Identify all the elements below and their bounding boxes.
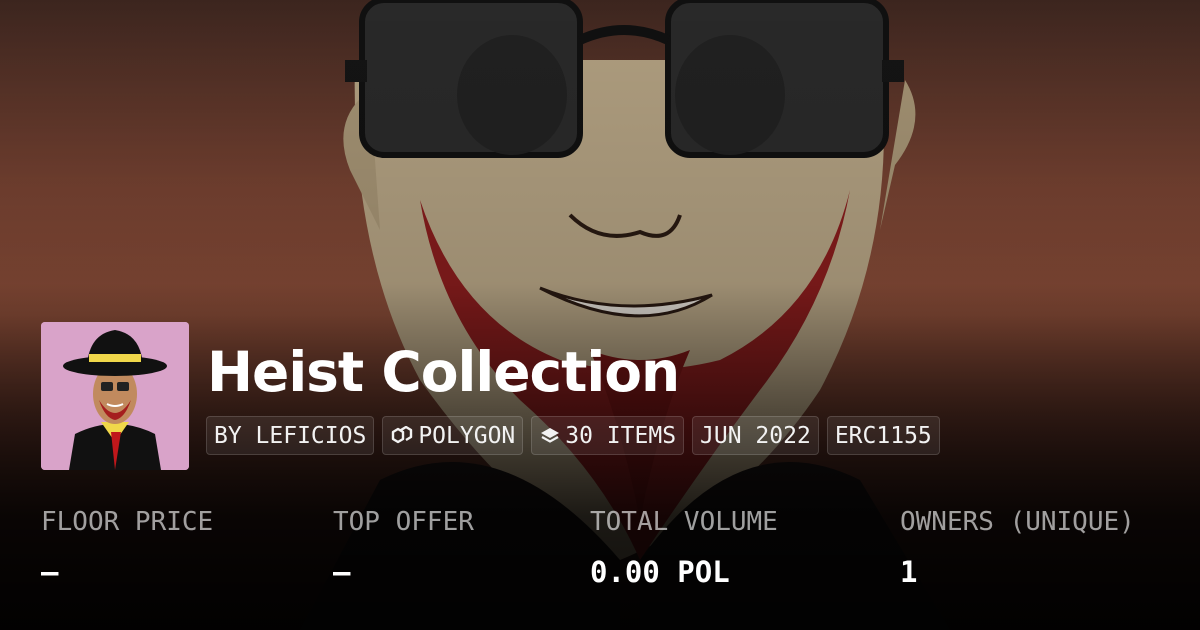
created-date-chip: JUN 2022 [692,416,819,455]
owners-label: OWNERS (UNIQUE) [900,507,1135,537]
created-date-chip-label: JUN 2022 [700,422,811,449]
items-chip[interactable]: 30 ITEMS [531,416,685,455]
chain-chip-label: POLYGON [418,422,516,449]
floor-price-stat: FLOOR PRICE – [41,504,213,590]
total-volume-value: 0.00 POL [590,555,730,589]
collection-title: Heist Collection [207,340,680,404]
floor-price-label: FLOOR PRICE [41,507,214,537]
items-chip-label: 30 ITEMS [565,422,677,449]
creator-chip[interactable]: BY LEFICIOS [206,416,375,455]
top-offer-value: – [333,555,351,589]
collection-meta-chips: BY LEFICIOS POLYGON 30 ITEMS JUN 2022 ER… [206,416,940,455]
token-standard-chip-label: ERC1155 [834,422,932,449]
collection-header: Heist Collection BY LEFICIOS POLYGON 30 … [0,0,1200,630]
token-standard-chip: ERC1155 [826,416,940,455]
collection-avatar-illustration [41,322,189,470]
collection-avatar [41,322,189,470]
layers-icon [541,427,560,443]
polygon-chain-icon [392,425,413,443]
total-volume-stat: TOTAL VOLUME 0.00 POL [590,504,778,590]
floor-price-value: – [41,555,59,589]
owners-stat: OWNERS (UNIQUE) 1 [900,504,1135,590]
creator-chip-label: BY LEFICIOS [214,422,367,449]
top-offer-stat: TOP OFFER – [333,504,474,590]
total-volume-label: TOTAL VOLUME [590,507,778,537]
top-offer-label: TOP OFFER [333,507,474,537]
owners-value: 1 [900,555,918,589]
chain-chip[interactable]: POLYGON [382,416,524,455]
